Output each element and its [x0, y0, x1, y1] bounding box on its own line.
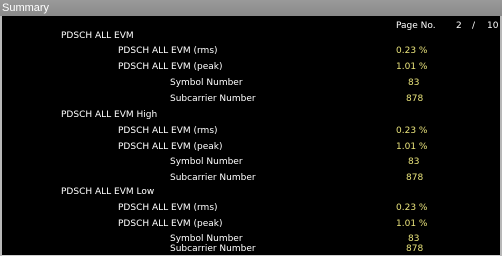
group-heading-high: PDSCH ALL EVM High [61, 110, 158, 120]
row-label-subcarrier: Subcarrier Number [170, 244, 256, 254]
row-label-peak: PDSCH ALL EVM (peak) [118, 142, 223, 152]
row-label-peak: PDSCH ALL EVM (peak) [118, 219, 223, 229]
row-value-rms: 0.23 % [396, 46, 428, 56]
page-total: 10 [487, 21, 499, 31]
group-heading-all: PDSCH ALL EVM [61, 31, 134, 41]
left-border [0, 16, 2, 256]
row-value-rms: 0.23 % [396, 203, 428, 213]
page-separator: / [472, 21, 476, 31]
row-value-subcarrier: 878 [406, 244, 424, 254]
row-value-symbol: 83 [408, 157, 420, 167]
row-label-symbol: Symbol Number [170, 78, 243, 88]
row-label-symbol: Symbol Number [170, 157, 243, 167]
row-value-subcarrier: 878 [406, 173, 424, 183]
summary-window: Summary Page No. 2 / 10 PDSCH ALL EVM PD… [0, 0, 502, 256]
row-value-symbol: 83 [408, 78, 420, 88]
row-value-peak: 1.01 % [396, 219, 428, 229]
row-label-peak: PDSCH ALL EVM (peak) [118, 62, 223, 72]
row-label-subcarrier: Subcarrier Number [170, 94, 256, 104]
row-label-rms: PDSCH ALL EVM (rms) [118, 46, 218, 56]
window-title: Summary [0, 0, 502, 16]
page-current: 2 [456, 21, 462, 31]
row-label-subcarrier: Subcarrier Number [170, 173, 256, 183]
row-value-rms: 0.23 % [396, 126, 428, 136]
group-heading-low: PDSCH ALL EVM Low [61, 187, 155, 197]
row-label-rms: PDSCH ALL EVM (rms) [118, 126, 218, 136]
row-label-rms: PDSCH ALL EVM (rms) [118, 203, 218, 213]
row-value-subcarrier: 878 [406, 94, 424, 104]
row-value-peak: 1.01 % [396, 142, 428, 152]
page-number-label: Page No. [396, 21, 436, 31]
row-value-peak: 1.01 % [396, 62, 428, 72]
